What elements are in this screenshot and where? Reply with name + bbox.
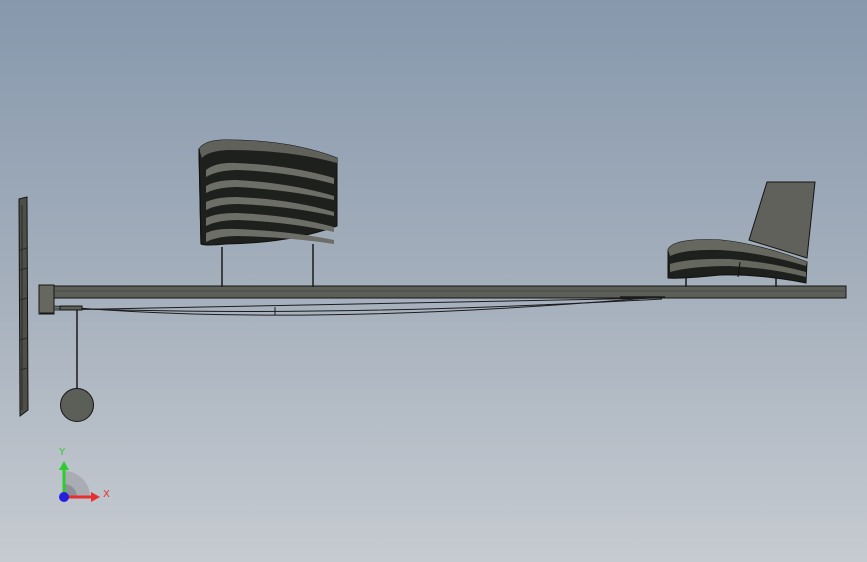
end-plate[interactable]	[18, 196, 29, 417]
support-cables	[53, 296, 665, 316]
seat-assembly[interactable]	[667, 181, 816, 287]
cad-viewport[interactable]: Y X	[0, 0, 867, 562]
coordinate-triad-icon: Y X	[58, 447, 110, 502]
model-canvas[interactable]: Y X	[0, 0, 867, 562]
axis-x-label: X	[103, 489, 110, 500]
main-beam[interactable]	[38, 284, 847, 315]
pendulum[interactable]	[59, 305, 94, 422]
axis-y-label: Y	[58, 447, 66, 458]
louvered-vane-block[interactable]	[198, 139, 338, 287]
